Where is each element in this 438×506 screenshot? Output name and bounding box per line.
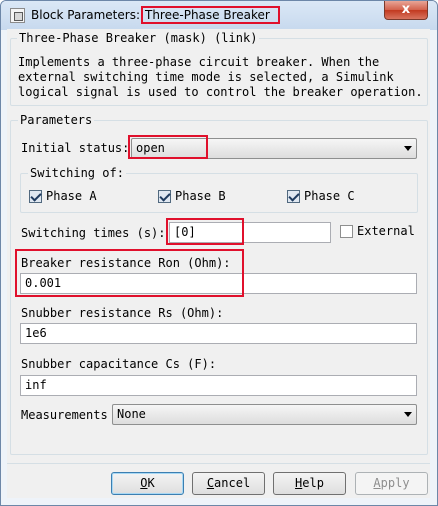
phase-c-checkbox[interactable] (287, 190, 300, 203)
switching-of-title: Switching of: (28, 166, 126, 180)
close-button[interactable]: x (384, 1, 428, 20)
cancel-mnemonic: C (206, 476, 215, 490)
chevron-down-icon (404, 412, 412, 417)
snubber-resistance-input[interactable]: 1e6 (20, 323, 417, 344)
external-label[interactable]: External (357, 224, 415, 238)
phase-a-checkbox[interactable] (29, 190, 42, 203)
snubber-capacitance-label: Snubber capacitance Cs (F): (21, 357, 217, 371)
cancel-label: ancel (214, 476, 251, 490)
snubber-capacitance-value: inf (25, 378, 47, 392)
ok-button[interactable]: OK (111, 472, 184, 495)
switching-times-highlight (166, 218, 244, 245)
initial-status-highlight (128, 135, 208, 159)
chevron-down-icon (404, 146, 412, 151)
external-checkbox[interactable] (340, 225, 353, 238)
title-prefix: Block Parameters: (31, 8, 140, 22)
switching-times-label: Switching times (s): (21, 226, 166, 240)
title-block-name: Three-Phase Breaker (141, 6, 280, 24)
button-bar-divider (7, 463, 430, 464)
snubber-resistance-label: Snubber resistance Rs (Ohm): (21, 306, 224, 320)
mask-group-title: Three-Phase Breaker (mask) (link) (17, 31, 260, 45)
measurements-select[interactable]: None (112, 404, 417, 425)
ok-label: K (147, 476, 155, 490)
measurements-label: Measurements (21, 408, 108, 422)
apply-label: pply (380, 476, 410, 490)
help-label: elp (302, 476, 324, 490)
mask-description: Implements a three-phase circuit breaker… (18, 55, 423, 99)
phase-a-label[interactable]: Phase A (46, 189, 97, 203)
apply-button[interactable]: Apply (355, 472, 428, 495)
cancel-button[interactable]: Cancel (192, 472, 265, 495)
block-icon (10, 8, 25, 23)
breaker-resistance-highlight (15, 249, 244, 297)
close-icon: x (401, 2, 411, 17)
apply-mnemonic: A (373, 476, 381, 490)
snubber-resistance-value: 1e6 (25, 326, 47, 340)
title-bar[interactable]: Block Parameters: Three-Phase Breaker x (1, 1, 437, 30)
phase-c-label[interactable]: Phase C (304, 189, 355, 203)
help-button[interactable]: Help (273, 472, 346, 495)
measurements-value: None (117, 407, 146, 421)
phase-b-checkbox[interactable] (158, 190, 171, 203)
phase-b-label[interactable]: Phase B (175, 189, 226, 203)
initial-status-label: Initial status: (21, 141, 130, 155)
window-title: Block Parameters: Three-Phase Breaker (31, 6, 280, 24)
ok-mnemonic: O (140, 476, 148, 490)
snubber-capacitance-input[interactable]: inf (20, 375, 417, 396)
parameters-group-title: Parameters (18, 113, 95, 127)
